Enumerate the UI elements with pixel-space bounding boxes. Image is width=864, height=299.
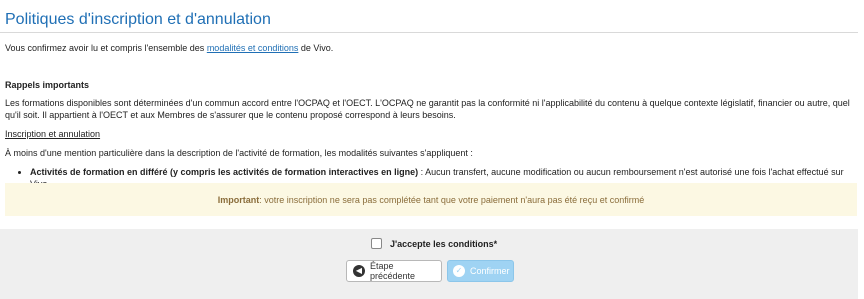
accept-checkbox[interactable] [371, 238, 382, 249]
notice-text: : votre inscription ne sera pas complété… [259, 194, 645, 205]
terms-link[interactable]: modalités et conditions [207, 43, 299, 53]
important-notice: Important: votre inscription ne sera pas… [5, 183, 857, 216]
previous-step-label: Étape précédente [369, 261, 416, 281]
confirm-text-before: Vous confirmez avoir lu et compris l'ens… [5, 43, 207, 53]
page-title: Politiques d'inscription et d'annulation [5, 11, 271, 28]
check-circle-icon: ✓ [453, 265, 465, 277]
confirm-text-after: de Vivo. [298, 43, 334, 53]
confirm-button[interactable]: ✓ Confirmer [447, 260, 514, 282]
notice-bold: Important [217, 194, 260, 205]
accept-label: J'accepte les conditions* [390, 238, 498, 249]
reminders-paragraph: Les formations disponibles sont détermin… [5, 98, 850, 120]
previous-step-button[interactable]: ◀ Étape précédente [346, 260, 442, 282]
confirm-label: Confirmer [470, 266, 510, 276]
registration-intro: À moins d'une mention particulière dans … [5, 148, 473, 158]
footer-panel: J'accepte les conditions* ◀ Étape précéd… [0, 229, 858, 299]
title-divider [0, 32, 858, 33]
reminders-title: Rappels importants [5, 80, 90, 90]
accept-conditions[interactable]: J'accepte les conditions* [371, 238, 497, 249]
list-item-bold: Activités de formation en différé (y com… [30, 167, 419, 177]
confirm-statement: Vous confirmez avoir lu et compris l'ens… [5, 42, 333, 54]
registration-title: Inscription et annulation [5, 129, 101, 139]
arrow-left-circle-icon: ◀ [353, 265, 365, 277]
